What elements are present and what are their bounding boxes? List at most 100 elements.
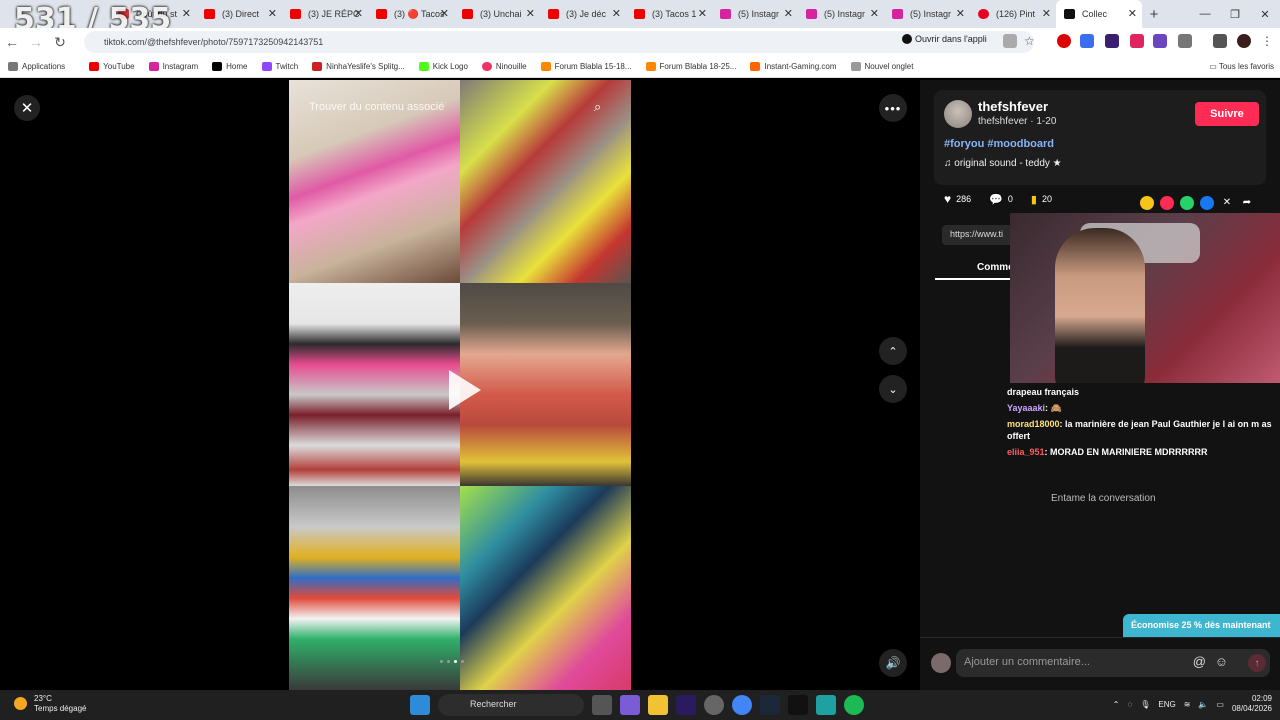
app-icon[interactable] xyxy=(816,695,836,715)
settings-icon[interactable] xyxy=(704,695,724,715)
follow-button[interactable]: Suivre xyxy=(1195,102,1259,126)
extension-icon[interactable] xyxy=(1057,34,1071,48)
bookmark-item[interactable]: Forum Blabla 15-18... xyxy=(540,62,632,71)
tab-close-icon[interactable]: ✕ xyxy=(784,7,793,20)
back-icon[interactable]: ← xyxy=(0,34,24,50)
browser-tab[interactable]: (5) Instagr ✕ xyxy=(884,0,970,28)
hashtags[interactable]: #foryou #moodboard xyxy=(944,138,1054,150)
tray-chevron-icon[interactable]: ⌃ xyxy=(1113,700,1120,709)
spotify-icon[interactable] xyxy=(844,695,864,715)
x-share-icon[interactable]: ✕ xyxy=(1220,196,1234,210)
browser-tab[interactable]: (3) Direct ✕ xyxy=(196,0,282,28)
comment-button[interactable]: 💬 0 xyxy=(989,193,1013,206)
close-window-icon[interactable]: ✕ xyxy=(1250,0,1280,28)
carousel-dot[interactable] xyxy=(440,660,443,663)
chrome-icon[interactable] xyxy=(732,695,752,715)
tab-close-icon[interactable]: ✕ xyxy=(440,7,449,20)
save-button[interactable]: ▮ 20 xyxy=(1031,193,1052,206)
bookmark-item[interactable]: Home xyxy=(212,62,248,71)
all-bookmarks-button[interactable]: ▭ Tous les favoris xyxy=(1209,62,1274,71)
url-field[interactable]: tiktok.com/@thefshfever/photo/7597173250… xyxy=(84,31,1034,53)
tray-lang[interactable]: ENG xyxy=(1158,700,1175,709)
share-forward-icon[interactable]: ➦ xyxy=(1240,196,1254,210)
bookmark-item[interactable]: Instant-Gaming.com xyxy=(750,62,837,71)
bookmark-item[interactable]: Twitch xyxy=(261,62,298,71)
bookmark-item[interactable]: Applications xyxy=(8,62,65,71)
browser-tab[interactable]: (5) Instagr ✕ xyxy=(798,0,884,28)
browser-tab[interactable]: (3) Unchai ✕ xyxy=(454,0,540,28)
bookmark-star-icon[interactable]: ☆ xyxy=(1024,34,1038,48)
search-icon[interactable]: ⌕ xyxy=(594,99,601,115)
like-button[interactable]: ♥ 286 xyxy=(944,192,971,206)
kebab-menu-icon[interactable]: ⋮ xyxy=(1261,34,1275,48)
sidebar-icon[interactable] xyxy=(1213,34,1227,48)
bookmark-item[interactable]: Kick Logo xyxy=(418,62,468,71)
bookmark-item[interactable]: Forum Blabla 18-25... xyxy=(645,62,736,71)
tab-comments[interactable]: Comme xyxy=(977,262,1014,273)
premiere-icon[interactable] xyxy=(676,695,696,715)
chevron-up-icon[interactable]: ⌃ xyxy=(879,337,907,365)
tab-close-icon[interactable]: ✕ xyxy=(1128,7,1137,20)
windows-start-icon[interactable] xyxy=(410,695,430,715)
bookmark-item[interactable]: Nouvel onglet xyxy=(850,62,913,71)
tab-close-icon[interactable]: ✕ xyxy=(526,7,535,20)
extension-icon[interactable] xyxy=(1130,34,1144,48)
more-options-icon[interactable]: ••• xyxy=(879,94,907,122)
bookmark-item[interactable]: YouTube xyxy=(89,62,135,71)
extension-icon[interactable] xyxy=(1105,34,1119,48)
tab-close-icon[interactable]: ✕ xyxy=(268,7,277,20)
tray-app-icon[interactable]: ◌ xyxy=(1127,700,1132,709)
reload-icon[interactable]: ↻ xyxy=(48,34,72,51)
username[interactable]: thefshfever xyxy=(978,99,1048,114)
chevron-down-icon[interactable]: ⌄ xyxy=(879,375,907,403)
bookmark-item[interactable]: Ninouille xyxy=(481,62,527,71)
microphone-icon[interactable]: 🎙 xyxy=(1140,700,1150,709)
battery-icon[interactable]: ▭ xyxy=(1216,700,1224,709)
share-send-icon[interactable] xyxy=(1160,196,1174,210)
facebook-icon[interactable] xyxy=(1200,196,1214,210)
related-content-search[interactable]: Trouver du contenu associé xyxy=(309,101,444,113)
clock[interactable]: 02:09 08/04/2026 xyxy=(1232,694,1272,714)
minimize-icon[interactable]: — xyxy=(1190,0,1220,28)
profile-avatar[interactable] xyxy=(1237,34,1251,48)
task-view-icon[interactable] xyxy=(592,695,612,715)
translate-icon[interactable] xyxy=(1003,34,1017,48)
play-icon[interactable] xyxy=(449,370,481,410)
whatsapp-icon[interactable] xyxy=(1180,196,1194,210)
taskbar-search[interactable]: Rechercher xyxy=(438,694,584,716)
avatar[interactable] xyxy=(944,100,972,128)
send-icon[interactable]: ↑ xyxy=(1248,654,1266,672)
browser-tab[interactable]: (3) Je déc ✕ xyxy=(540,0,626,28)
extension-icon[interactable] xyxy=(1080,34,1094,48)
emoji-icon[interactable]: ☺ xyxy=(1215,654,1228,669)
forward-icon[interactable]: → xyxy=(24,34,48,50)
sound-link[interactable]: ♫ original sound - teddy ★ xyxy=(944,158,1062,169)
tab-close-icon[interactable]: ✕ xyxy=(1042,7,1051,20)
tab-close-icon[interactable]: ✕ xyxy=(354,7,363,20)
tab-close-icon[interactable]: ✕ xyxy=(698,7,707,20)
browser-tab[interactable]: (126) Pint ✕ xyxy=(970,0,1056,28)
wifi-icon[interactable]: ≋ xyxy=(1184,700,1191,709)
carousel-dot[interactable] xyxy=(447,660,450,663)
photo-mosaic[interactable]: Trouver du contenu associé ⌕ xyxy=(289,80,631,690)
puzzle-icon[interactable] xyxy=(1178,34,1192,48)
browser-tab[interactable]: (3) Tacos 1 ✕ xyxy=(626,0,712,28)
file-explorer-icon[interactable] xyxy=(648,695,668,715)
new-tab-button[interactable]: + xyxy=(1142,6,1166,23)
tab-close-icon[interactable]: ✕ xyxy=(956,7,965,20)
open-in-app-button[interactable]: Ouvrir dans l'appli xyxy=(902,34,987,44)
browser-tab-active[interactable]: Collec ✕ xyxy=(1056,0,1142,28)
tiktok-icon[interactable] xyxy=(788,695,808,715)
browser-tab[interactable]: (3) JE RÉPC ✕ xyxy=(282,0,368,28)
bookmark-item[interactable]: Instagram xyxy=(148,62,198,71)
copilot-icon[interactable] xyxy=(620,695,640,715)
volume-icon[interactable]: 🔊 xyxy=(879,649,907,677)
tab-close-icon[interactable]: ✕ xyxy=(182,7,191,20)
mention-icon[interactable]: @ xyxy=(1193,654,1206,669)
browser-tab[interactable]: (3) 🔴 Tacos ✕ xyxy=(368,0,454,28)
speaker-icon[interactable]: 🔈 xyxy=(1198,700,1208,709)
restore-icon[interactable]: ❐ xyxy=(1220,0,1250,28)
tab-close-icon[interactable]: ✕ xyxy=(612,7,621,20)
bookmark-item[interactable]: NinhaYeslife's Splitg... xyxy=(312,62,405,71)
comment-input[interactable]: Ajouter un commentaire... @ ☺ ↑ xyxy=(956,649,1270,677)
